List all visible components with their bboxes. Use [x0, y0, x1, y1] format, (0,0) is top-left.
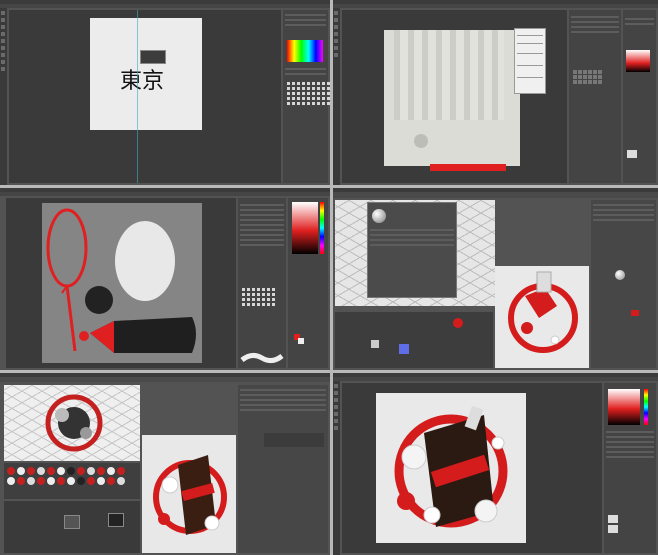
canvas-area[interactable]: [342, 383, 602, 553]
tools-panel[interactable]: [333, 8, 340, 185]
node-box-red[interactable]: [453, 318, 463, 328]
options-bar[interactable]: [333, 4, 658, 8]
options-bar[interactable]: [0, 192, 330, 196]
node-editor[interactable]: [335, 312, 493, 368]
tools-panel[interactable]: [0, 8, 7, 185]
color-picker[interactable]: [287, 40, 323, 62]
bg-swatch[interactable]: [298, 338, 304, 344]
material-thumb-red[interactable]: [631, 310, 639, 316]
texture-circle: [414, 134, 428, 148]
screen-photoshop-texture: [333, 0, 658, 185]
toolbar-icons[interactable]: [0, 377, 330, 382]
layers-panel[interactable]: [569, 10, 621, 183]
color-field[interactable]: [626, 50, 650, 72]
final-render-art: [394, 405, 508, 528]
right-panels[interactable]: [283, 10, 330, 183]
material-thumb[interactable]: [615, 270, 625, 280]
hue-slider[interactable]: [320, 202, 324, 254]
color-field[interactable]: [292, 202, 318, 254]
color-panel[interactable]: [288, 198, 328, 368]
document-canvas[interactable]: 東京: [90, 18, 202, 130]
viewport-grid[interactable]: [4, 385, 140, 461]
color-panel[interactable]: [623, 10, 656, 183]
toolbar-icons[interactable]: [333, 192, 658, 198]
coke-render-preview: [508, 271, 578, 353]
screen-photoshop-uv: [0, 188, 330, 370]
hue-slider[interactable]: [644, 389, 648, 425]
object-manager[interactable]: [591, 200, 656, 368]
canvas-area[interactable]: [6, 198, 236, 368]
tools-panel[interactable]: [333, 381, 340, 555]
color-field[interactable]: [608, 389, 640, 425]
layer-thumb-2[interactable]: [608, 525, 618, 533]
attribute-panel[interactable]: [238, 385, 328, 553]
picture-viewer-strip[interactable]: [264, 433, 324, 447]
texture-streak: [394, 30, 504, 120]
white-shape-preview: [240, 352, 284, 364]
canvas-area[interactable]: 東京: [9, 10, 281, 183]
node-box[interactable]: [371, 340, 379, 348]
screen-c4d-viewport: [0, 373, 330, 555]
material-sphere: [372, 209, 386, 223]
options-bar[interactable]: [0, 4, 330, 8]
glyph-panel[interactable]: [242, 288, 275, 306]
screen-photoshop-final: [333, 373, 658, 555]
screen-c4d-material: [333, 188, 658, 370]
canvas-area[interactable]: [342, 10, 567, 183]
node-editor[interactable]: [4, 501, 140, 553]
final-render-canvas[interactable]: [376, 393, 526, 543]
node-box[interactable]: [64, 515, 80, 529]
layer-thumb[interactable]: [627, 150, 637, 158]
glyphs-panel[interactable]: [287, 82, 330, 105]
node-box-2[interactable]: [108, 513, 124, 527]
render-view[interactable]: [495, 266, 589, 368]
context-menu[interactable]: [514, 28, 546, 94]
coke-render: [153, 455, 227, 535]
texture-canvas[interactable]: [384, 30, 520, 171]
material-editor[interactable]: [367, 202, 457, 298]
red-bar: [430, 164, 506, 171]
options-bar[interactable]: [333, 377, 658, 381]
render-view[interactable]: [142, 435, 236, 553]
uv-layout-shapes: [46, 208, 196, 353]
character-popup[interactable]: [140, 50, 166, 64]
document-text[interactable]: 東京: [120, 63, 164, 95]
layer-thumb[interactable]: [608, 515, 618, 523]
layers-panel[interactable]: [238, 198, 286, 368]
node-box-blue[interactable]: [399, 344, 409, 354]
guide-line: [137, 10, 138, 183]
uv-canvas[interactable]: [42, 203, 202, 363]
screen-photoshop-type: 東京: [0, 0, 330, 185]
material-tray[interactable]: [4, 463, 140, 499]
viewport-model: [45, 394, 103, 452]
right-panels[interactable]: [604, 383, 656, 553]
